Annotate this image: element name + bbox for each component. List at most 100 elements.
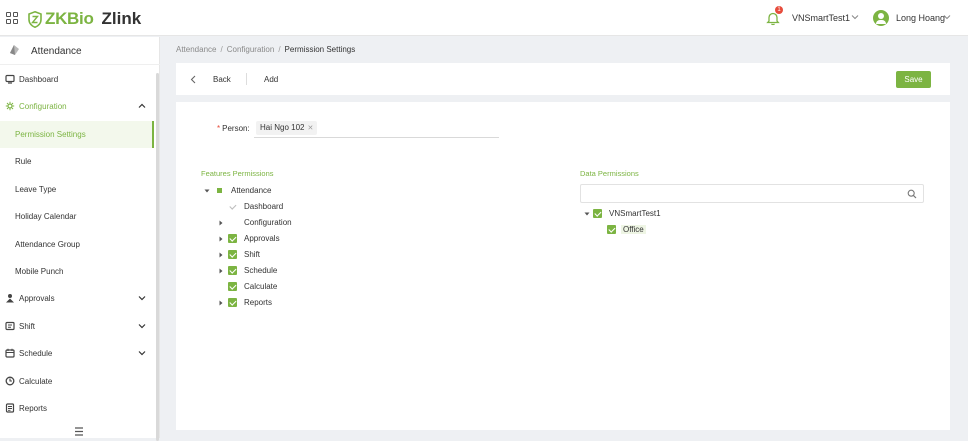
- features-permissions-title: Features Permissions: [201, 169, 274, 178]
- sidebar-item-permission-settings[interactable]: Permission Settings: [0, 121, 154, 148]
- caret-right-icon[interactable]: [218, 268, 224, 274]
- avatar[interactable]: [873, 10, 889, 26]
- menu-collapse-icon[interactable]: [74, 427, 84, 436]
- tree-node-attendance[interactable]: Attendance: [204, 185, 404, 199]
- checkbox-schedule[interactable]: [228, 266, 237, 275]
- tree-node-office[interactable]: Office: [607, 224, 807, 238]
- chevron-down-icon[interactable]: [943, 14, 951, 20]
- logo-product: Zlink: [101, 9, 142, 28]
- schedule-icon: [5, 348, 15, 358]
- reports-icon: [5, 403, 15, 413]
- tree-node-approvals[interactable]: Approvals: [218, 233, 418, 247]
- sidebar-item-label: Shift: [19, 322, 36, 331]
- sidebar-item-label: Holiday Calendar: [15, 212, 77, 221]
- tree-label: Shift: [244, 250, 261, 259]
- sidebar-item-calculate[interactable]: Calculate: [0, 368, 154, 395]
- sidebar-item-label: Dashboard: [19, 75, 59, 84]
- tree-node-shift[interactable]: Shift: [218, 249, 418, 263]
- tree-node-schedule[interactable]: Schedule: [218, 265, 418, 279]
- person-label: * Person:: [217, 124, 250, 133]
- caret-down-icon[interactable]: [584, 211, 590, 217]
- sidebar-item-dashboard[interactable]: Dashboard: [0, 66, 154, 93]
- module-header[interactable]: Attendance: [0, 37, 160, 65]
- sidebar-item-label: Reports: [19, 404, 48, 413]
- top-bar: ZKBio Zlink 1 VNSmartTest1 Long Hoang: [0, 0, 968, 36]
- caret-right-icon[interactable]: [218, 236, 224, 242]
- tree-node-configuration[interactable]: Configuration: [218, 217, 418, 231]
- logo-brand: ZKBio: [45, 9, 94, 28]
- toolbar: Back Add Save: [176, 63, 950, 95]
- logo[interactable]: ZKBio Zlink: [28, 9, 141, 29]
- tree-label: Dashboard: [244, 202, 284, 211]
- tree-label: Approvals: [244, 234, 280, 243]
- dashboard-icon: [5, 74, 15, 84]
- checkbox-dashboard: [228, 202, 237, 211]
- chevron-down-icon[interactable]: [851, 14, 859, 20]
- company-selector[interactable]: VNSmartTest1: [792, 13, 850, 23]
- sidebar-item-label: Calculate: [19, 377, 53, 386]
- chevron-left-icon[interactable]: [190, 75, 196, 84]
- approvals-icon: [6, 294, 14, 303]
- sidebar-item-mobile-punch[interactable]: Mobile Punch: [0, 258, 154, 285]
- tree-label: Attendance: [231, 186, 272, 195]
- sidebar-item-label: Permission Settings: [15, 130, 86, 139]
- tree-label: Schedule: [244, 266, 278, 275]
- sidebar-item-attendance-group[interactable]: Attendance Group: [0, 231, 154, 258]
- breadcrumb-item[interactable]: Configuration: [227, 45, 275, 54]
- tree-node-calculate[interactable]: Calculate: [228, 281, 428, 295]
- sidebar-item-approvals[interactable]: Approvals: [0, 285, 154, 312]
- checkbox-attendance[interactable]: [215, 186, 224, 195]
- sidebar-scrollbar[interactable]: [156, 73, 159, 441]
- chevron-down-icon: [138, 296, 146, 301]
- attendance-module-icon: [10, 45, 19, 55]
- person-tag: Hai Ngo 102 ✕: [256, 121, 318, 135]
- tree-node-dashboard[interactable]: Dashboard: [228, 201, 428, 215]
- caret-right-icon[interactable]: [218, 300, 224, 306]
- shield-logo-icon: [28, 10, 42, 28]
- tree-node-reports[interactable]: Reports: [218, 297, 418, 311]
- sidebar-item-reports[interactable]: Reports: [0, 395, 154, 422]
- module-title: Attendance: [31, 46, 82, 57]
- add-button[interactable]: Add: [264, 75, 278, 84]
- breadcrumb-item[interactable]: Attendance: [176, 45, 216, 54]
- settings-icon: [5, 101, 15, 111]
- data-search-input[interactable]: [580, 184, 924, 203]
- close-icon[interactable]: ✕: [307, 125, 313, 132]
- sidebar-item-leave-type[interactable]: Leave Type: [0, 176, 154, 203]
- toolbar-divider: [246, 73, 247, 85]
- checkbox-office[interactable]: [607, 225, 616, 234]
- caret-down-icon[interactable]: [204, 188, 210, 194]
- sidebar-item-schedule[interactable]: Schedule: [0, 340, 154, 367]
- permission-form: * Person: Hai Ngo 102 ✕ Features Permissio…: [176, 102, 950, 430]
- chevron-up-icon: [138, 103, 146, 108]
- calculate-icon: [5, 376, 15, 386]
- back-button[interactable]: Back: [213, 75, 231, 84]
- checkbox-company[interactable]: [593, 209, 602, 218]
- chevron-down-icon: [138, 324, 146, 329]
- sidebar-item-label: Rule: [15, 157, 32, 166]
- checkbox-approvals[interactable]: [228, 234, 237, 243]
- sidebar-item-label: Approvals: [19, 294, 55, 303]
- sidebar-item-shift[interactable]: Shift: [0, 313, 154, 340]
- sidebar-item-label: Schedule: [19, 349, 53, 358]
- sidebar-item-label: Attendance Group: [15, 240, 80, 249]
- apps-grid-icon[interactable]: [6, 12, 18, 24]
- person-select[interactable]: Hai Ngo 102 ✕: [254, 119, 499, 138]
- checkbox-calculate[interactable]: [228, 282, 237, 291]
- checkbox-reports[interactable]: [228, 298, 237, 307]
- search-icon[interactable]: [907, 189, 917, 199]
- sidebar: Attendance Dashboard Configuration Permi…: [0, 37, 160, 441]
- notification-badge: 1: [775, 6, 783, 14]
- sidebar-item-label: Mobile Punch: [15, 267, 64, 276]
- sidebar-item-rule[interactable]: Rule: [0, 148, 154, 175]
- user-menu[interactable]: Long Hoang: [896, 13, 945, 23]
- tree-label: Office: [621, 225, 646, 234]
- sidebar-item-configuration[interactable]: Configuration: [0, 93, 154, 120]
- tree-node-company[interactable]: VNSmartTest1: [584, 208, 784, 222]
- tree-label: Calculate: [244, 282, 278, 291]
- caret-right-icon[interactable]: [218, 220, 224, 226]
- caret-right-icon[interactable]: [218, 252, 224, 258]
- sidebar-item-holiday-calendar[interactable]: Holiday Calendar: [0, 203, 154, 230]
- save-button[interactable]: Save: [896, 71, 931, 88]
- checkbox-shift[interactable]: [228, 250, 237, 259]
